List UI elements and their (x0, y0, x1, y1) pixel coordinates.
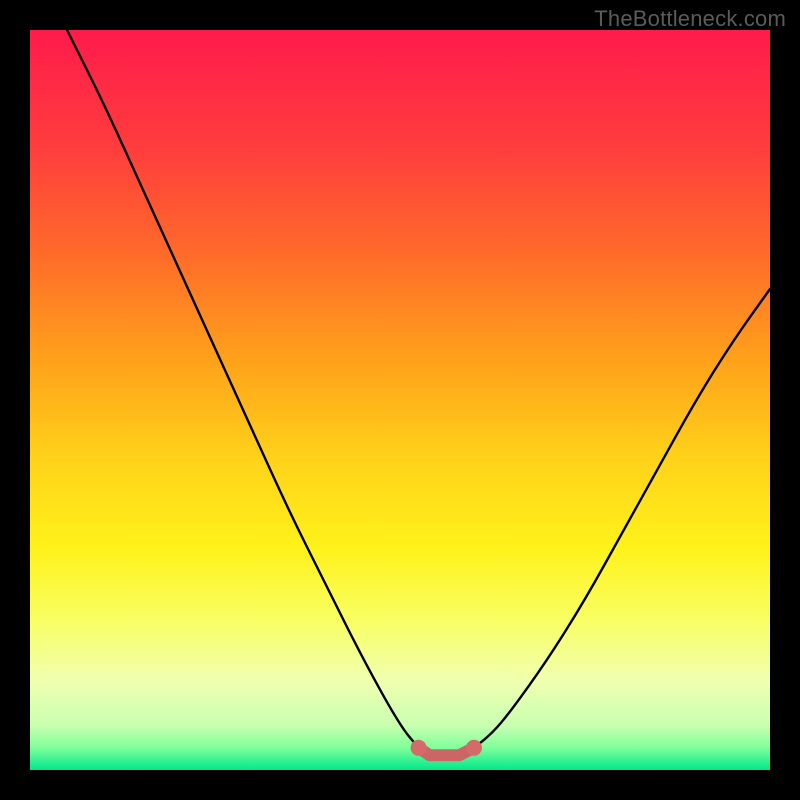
canvas-frame: TheBottleneck.com (0, 0, 800, 800)
marker-endpoint (466, 740, 482, 756)
chart-svg (30, 30, 770, 770)
gradient-fill (30, 30, 770, 770)
watermark-text: TheBottleneck.com (594, 6, 786, 32)
marker-endpoint (411, 740, 427, 756)
plot-area (30, 30, 770, 770)
